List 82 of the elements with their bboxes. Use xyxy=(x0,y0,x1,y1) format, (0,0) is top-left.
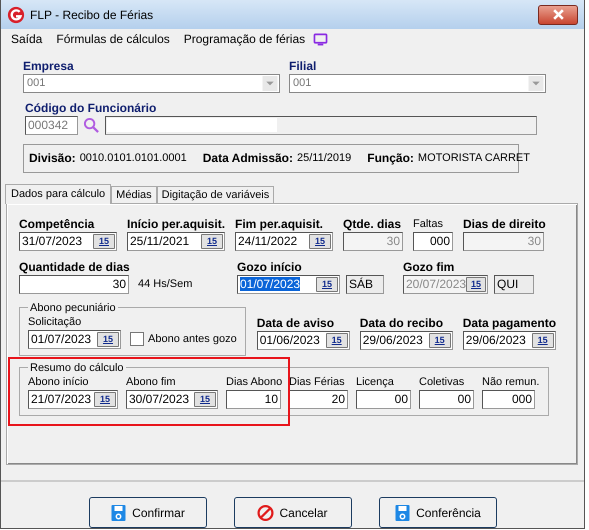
date-field[interactable]: 29/06/2023 15 xyxy=(462,330,556,350)
field-label: Data de aviso xyxy=(256,314,336,331)
date-field[interactable]: 30/07/2023 15 xyxy=(126,390,218,409)
field-label: Abono fim xyxy=(126,374,177,390)
action-button[interactable]: Conferência xyxy=(378,497,496,528)
employee-name-field[interactable] xyxy=(105,116,537,135)
field-label: Dias de direito xyxy=(463,216,544,232)
calendar-button[interactable]: 15 xyxy=(93,234,115,249)
field-label: Competência xyxy=(19,216,96,232)
field-label: Data do recibo xyxy=(360,314,444,331)
field-label: Faltas xyxy=(413,216,444,232)
number-field[interactable]: 000 xyxy=(482,390,535,409)
tab[interactable]: Médias xyxy=(111,186,157,203)
menu-item[interactable]: Programação de férias xyxy=(184,32,306,46)
field-label: Dias Abono xyxy=(226,374,281,390)
calendar-button[interactable]: 15 xyxy=(428,332,451,348)
window-title: FLP - Recibo de Férias xyxy=(30,8,154,22)
field-label: Solicitação xyxy=(28,314,82,330)
calendar-button[interactable]: 15 xyxy=(309,234,331,249)
info-value: 25/11/2019 xyxy=(297,152,352,164)
field-label: Abono início xyxy=(28,374,90,390)
number-field[interactable]: 000 xyxy=(413,232,453,251)
field-label: Código do Funcionário xyxy=(25,100,158,116)
group-title: Resumo do cálculo xyxy=(29,362,125,374)
monitor-icon[interactable] xyxy=(313,32,328,46)
date-field[interactable]: 24/11/2022 15 xyxy=(235,232,333,251)
hours-note: 44 Hs/Sem xyxy=(137,276,194,292)
checkbox-label: Abono antes gozo xyxy=(148,333,237,346)
logo-icon xyxy=(7,6,25,24)
field-label: Gozo fim xyxy=(403,258,456,275)
weekday-field: SÁB xyxy=(346,274,384,294)
date-field[interactable]: 21/07/2023 15 xyxy=(28,390,118,409)
info-label: Função: xyxy=(367,151,414,166)
field-label: Empresa xyxy=(23,58,75,74)
close-icon xyxy=(552,9,564,20)
tab[interactable]: Dados para cálculo xyxy=(5,184,112,204)
calendar-button[interactable]: 15 xyxy=(326,332,348,348)
action-button[interactable]: Confirmar xyxy=(88,497,206,528)
field-label: Início per.aquisit. xyxy=(127,216,225,232)
date-field[interactable]: 31/07/2023 15 xyxy=(19,232,117,251)
info-value: MOTORISTA CARRET xyxy=(418,152,530,164)
tab[interactable]: Digitação de variáveis xyxy=(156,186,274,203)
calendar-button[interactable]: 15 xyxy=(201,234,223,249)
checkbox[interactable] xyxy=(130,332,144,346)
field-label: Dias Férias xyxy=(289,374,346,390)
calendar-button[interactable]: 15 xyxy=(94,392,116,407)
date-field[interactable]: 25/11/2021 15 xyxy=(127,232,225,251)
date-field[interactable]: 01/07/2023 15 xyxy=(237,274,340,294)
company-dropdown[interactable]: 001 xyxy=(23,74,280,93)
action-button[interactable]: Cancelar xyxy=(234,497,352,528)
calendar-button[interactable]: 15 xyxy=(532,332,554,348)
date-field[interactable]: 01/07/2023 15 xyxy=(28,330,121,349)
calendar-button[interactable]: 15 xyxy=(97,332,119,347)
calendar-button[interactable]: 15 xyxy=(194,392,216,407)
menu-item[interactable]: Saída xyxy=(11,32,42,46)
number-field[interactable]: 00 xyxy=(356,390,411,409)
number-field[interactable]: 30 xyxy=(19,274,129,294)
info-label: Divisão: xyxy=(29,151,76,166)
info-label: Data Admissão: xyxy=(202,151,293,166)
search-icon[interactable] xyxy=(83,116,100,134)
close-button[interactable] xyxy=(538,4,578,25)
field-label: Qtde. dias xyxy=(343,216,402,232)
menu-item[interactable]: Fórmulas de cálculos xyxy=(56,32,170,46)
number-field[interactable]: 10 xyxy=(226,390,281,409)
number-field[interactable]: 20 xyxy=(289,390,348,409)
field-label: Gozo início xyxy=(237,258,303,275)
field-label: Coletivas xyxy=(419,374,466,390)
field-label: Quantidade de dias xyxy=(19,258,129,275)
no-entry-icon xyxy=(257,504,274,522)
date-field[interactable]: 01/06/2023 15 xyxy=(256,330,350,350)
branch-dropdown[interactable]: 001 xyxy=(289,74,546,93)
weekday-field: QUI xyxy=(494,274,534,294)
field-label: Fim per.aquisit. xyxy=(235,216,324,232)
group-title: Abono pecuniário xyxy=(29,302,117,314)
field-label: Filial xyxy=(289,58,318,74)
info-value: 0010.0101.0101.0001 xyxy=(80,152,187,164)
number-field[interactable]: 00 xyxy=(419,390,474,409)
field-label: Licença xyxy=(356,374,395,390)
date-field[interactable]: 29/06/2023 15 xyxy=(360,330,453,350)
employee-code-field[interactable]: 000342 xyxy=(25,116,78,135)
calendar-button[interactable]: 15 xyxy=(316,276,338,292)
field-label: Data pagamento xyxy=(462,314,556,331)
